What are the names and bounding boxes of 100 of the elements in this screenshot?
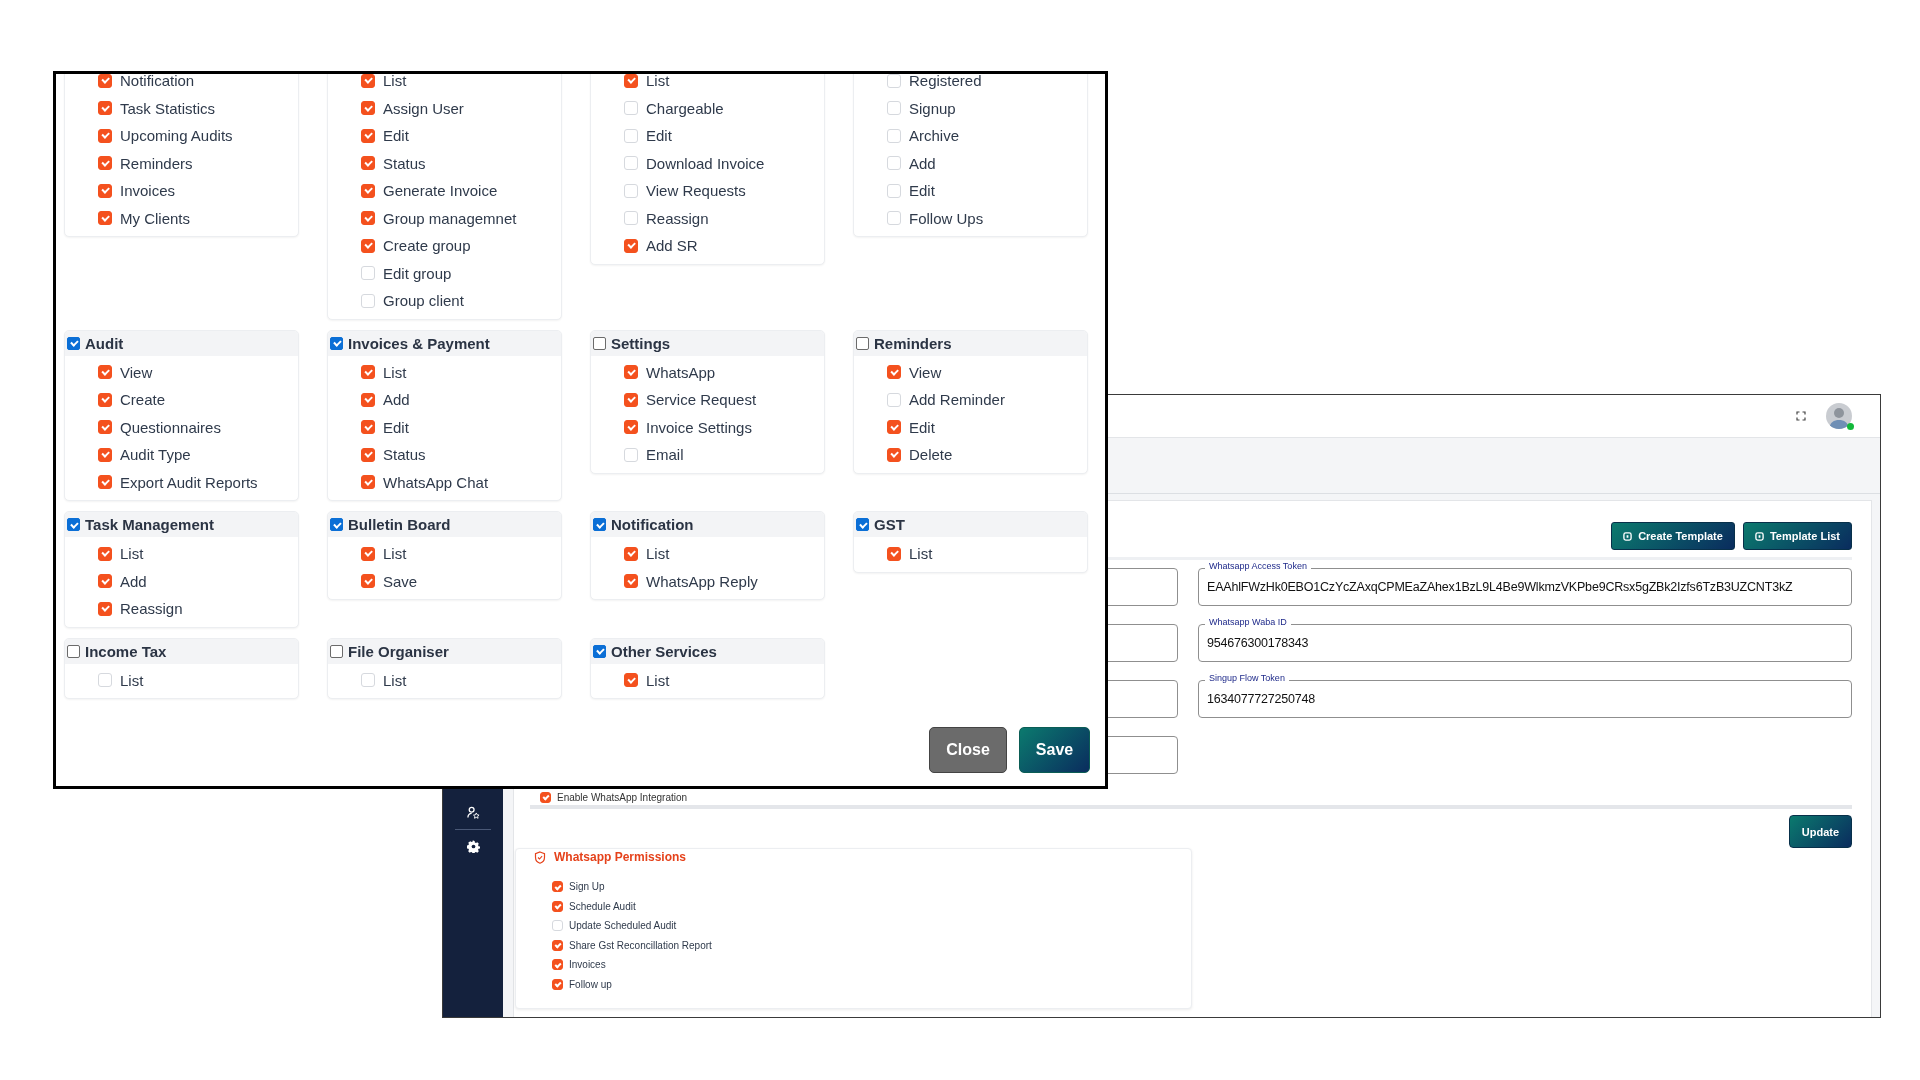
permission-label: List (646, 74, 670, 90)
section-title: Whatsapp Permissions (554, 850, 687, 864)
permission-label: View Requests (646, 182, 746, 200)
checkbox[interactable] (593, 518, 606, 531)
permission-label: Audit Type (120, 446, 191, 464)
checkbox[interactable] (98, 574, 112, 589)
group-title: Notification (611, 516, 694, 533)
checkbox[interactable] (624, 420, 638, 435)
checkbox[interactable] (624, 74, 638, 88)
checkbox[interactable] (856, 336, 869, 350)
permission-label: Add SR (646, 237, 698, 255)
user-avatar[interactable] (1826, 403, 1852, 429)
checkbox[interactable] (593, 644, 606, 658)
checkbox[interactable] (552, 881, 563, 893)
checkbox[interactable] (552, 900, 563, 912)
permission-label: Reassign (120, 600, 183, 618)
user-star-icon (466, 806, 480, 819)
checkbox[interactable] (624, 546, 638, 561)
checkbox[interactable] (98, 183, 112, 198)
fullscreen-icon[interactable] (1796, 411, 1806, 421)
checkbox[interactable] (98, 392, 112, 407)
permission-label: Add (383, 391, 410, 409)
checkbox[interactable] (552, 939, 563, 951)
permission-label: Generate Invoice (383, 182, 498, 200)
permission-label: View (120, 363, 153, 381)
checkbox[interactable] (98, 101, 112, 116)
permission-label: Group managemnet (383, 209, 517, 227)
checkbox[interactable] (887, 546, 901, 561)
checkbox[interactable] (624, 392, 638, 407)
checkbox[interactable] (361, 392, 375, 407)
permission-label: Task Statistics (120, 99, 216, 117)
permission-label: WhatsApp (646, 363, 716, 381)
permission-label: Invoice Settings (646, 418, 752, 436)
checkbox[interactable] (361, 211, 375, 226)
create-template-button[interactable]: Create Template (1611, 522, 1735, 550)
permission-label: List (646, 671, 670, 689)
checkbox[interactable] (67, 644, 80, 658)
checkbox[interactable] (98, 475, 112, 490)
checkbox[interactable] (98, 420, 112, 435)
checkbox[interactable] (552, 978, 563, 990)
checkbox[interactable] (856, 518, 869, 531)
permission-label: Edit group (383, 264, 452, 282)
checkbox[interactable] (361, 546, 375, 561)
checkbox[interactable] (67, 336, 80, 350)
checkbox[interactable] (361, 74, 375, 88)
checkbox[interactable] (361, 101, 375, 116)
checkbox[interactable] (98, 546, 112, 561)
group-title: Income Tax (85, 642, 167, 660)
checkbox[interactable] (624, 574, 638, 589)
save-button[interactable]: Save (1019, 727, 1090, 773)
checkbox[interactable] (330, 518, 343, 531)
permission-label: Download Invoice (646, 154, 765, 172)
checkbox[interactable] (330, 336, 343, 350)
checkbox[interactable] (98, 211, 112, 226)
checkbox[interactable] (552, 959, 563, 971)
permission-label: List (646, 545, 670, 563)
checkbox[interactable] (361, 365, 375, 380)
permission-label: WhatsApp Reply (646, 572, 758, 590)
permission-label: List (120, 671, 144, 689)
checkbox[interactable] (98, 365, 112, 380)
checkbox[interactable] (593, 336, 606, 350)
gear-icon[interactable] (466, 840, 480, 853)
checkbox[interactable] (67, 518, 80, 531)
checkbox[interactable] (98, 447, 112, 462)
checkbox[interactable] (624, 238, 638, 253)
checkbox[interactable] (540, 792, 551, 803)
checkbox[interactable] (624, 365, 638, 380)
field-label: Singup Flow Token (1205, 673, 1289, 683)
group-title: Settings (611, 334, 671, 352)
permission-label: Status (383, 446, 426, 464)
checkbox[interactable] (361, 238, 375, 253)
close-button[interactable]: Close (929, 727, 1007, 773)
permission-label: Reassign (646, 209, 709, 227)
checkbox[interactable] (98, 156, 112, 171)
checkbox[interactable] (361, 574, 375, 589)
checkbox[interactable] (98, 128, 112, 143)
checkbox[interactable] (98, 601, 112, 616)
permission-label: Share Gst Reconcillation Report (569, 939, 712, 951)
checkbox[interactable] (361, 420, 375, 435)
checkbox[interactable] (361, 183, 375, 198)
permission-label: List (383, 671, 407, 689)
permission-label: Sign Up (569, 881, 605, 893)
permission-label: Group client (383, 292, 464, 310)
checkbox[interactable] (361, 156, 375, 171)
checkbox[interactable] (361, 128, 375, 143)
permission-label: Notification (120, 74, 195, 90)
checkbox[interactable] (887, 420, 901, 435)
checkbox[interactable] (361, 475, 375, 490)
update-button[interactable]: Update (1789, 815, 1852, 848)
permission-label: Email (646, 446, 684, 464)
permission-label: Edit (909, 418, 935, 436)
permission-label: List (909, 545, 933, 563)
permission-label: Upcoming Audits (120, 127, 233, 145)
checkbox[interactable] (624, 673, 638, 688)
checkbox[interactable] (361, 447, 375, 462)
checkbox[interactable] (887, 365, 901, 380)
checkbox[interactable] (887, 447, 901, 462)
template-list-button[interactable]: Template List (1742, 522, 1852, 550)
checkbox[interactable] (98, 74, 112, 88)
checkbox[interactable] (330, 644, 343, 658)
